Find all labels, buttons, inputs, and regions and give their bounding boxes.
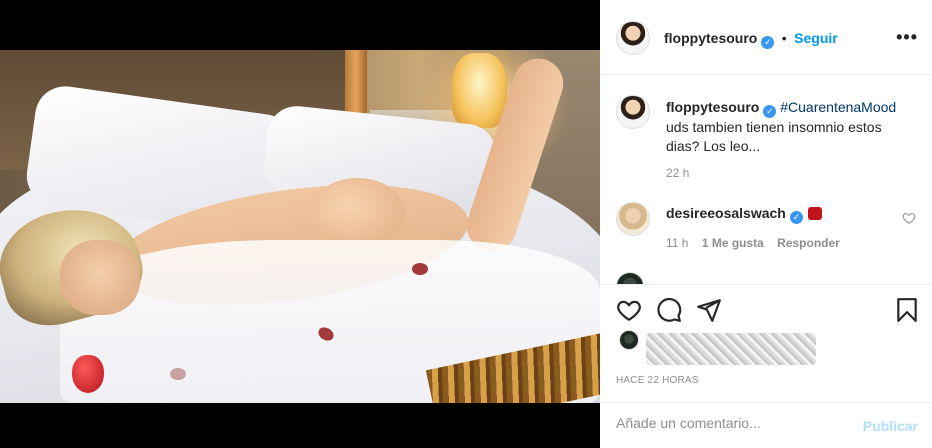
photo-rose-petal [412,263,428,275]
photo-face [60,240,140,315]
post-header: floppytesouro ✓ • Seguir ••• [600,0,932,75]
follow-button[interactable]: Seguir [794,30,838,46]
photo-lamp [452,53,507,128]
post-actions-bar [600,284,932,332]
post-timestamp[interactable]: HACE 22 HORAS [616,375,699,386]
comment-bubble-icon[interactable] [656,297,682,323]
bookmark-icon[interactable] [894,297,920,323]
caption-timestamp[interactable]: 22 h [666,166,689,180]
liked-by-row [616,330,916,365]
comment-like-heart-icon[interactable] [902,211,916,225]
author-line: floppytesouro ✓ • Seguir [664,30,838,49]
caption-text-block: floppytesouro ✓ #CuarentenaMood uds tambi… [666,98,916,156]
liked-by-redacted [646,333,816,365]
publish-button[interactable]: Publicar [863,418,918,434]
comment-item: desireeosalswach ✓ 11 h 1 Me gusta Respon… [616,200,916,260]
commenter-username[interactable]: desireeosalswach [666,205,786,221]
author-avatar[interactable] [616,21,650,55]
separator-dot: • [781,30,787,46]
verified-badge-icon: ✓ [763,105,777,118]
comment-likes[interactable]: 1 Me gusta [702,236,764,250]
comment-meta: 11 h 1 Me gusta Responder [666,236,850,250]
add-comment-bar: Publicar [600,402,932,448]
more-options-icon[interactable]: ••• [896,27,918,48]
emoji-icon [807,207,822,220]
verified-badge-icon: ✓ [761,36,775,49]
comment-content: desireeosalswach ✓ [666,205,822,224]
post-side-panel: floppytesouro ✓ • Seguir ••• floppytesour… [600,0,932,448]
post-media-area [0,0,600,448]
reply-button[interactable]: Responder [777,236,840,250]
liker-avatar[interactable] [619,330,639,350]
author-username[interactable]: floppytesouro [664,30,757,46]
photo-figure-hip [310,178,405,248]
verified-badge-icon: ✓ [789,211,803,224]
paper-plane-icon[interactable] [696,297,722,323]
post-photo[interactable] [0,50,600,403]
commenter-avatar[interactable] [616,202,650,236]
comment-timestamp[interactable]: 11 h [666,236,688,250]
caption-body: uds tambien tienen insomnio estos dias? … [666,119,882,154]
caption-hashtag[interactable]: #CuarentenaMood [780,99,896,115]
photo-rose-petal [170,368,186,380]
photo-strawberry [72,355,104,393]
heart-icon[interactable] [616,297,642,323]
caption-avatar[interactable] [616,95,650,129]
caption-username[interactable]: floppytesouro [666,99,759,115]
comment-input[interactable] [616,415,856,431]
